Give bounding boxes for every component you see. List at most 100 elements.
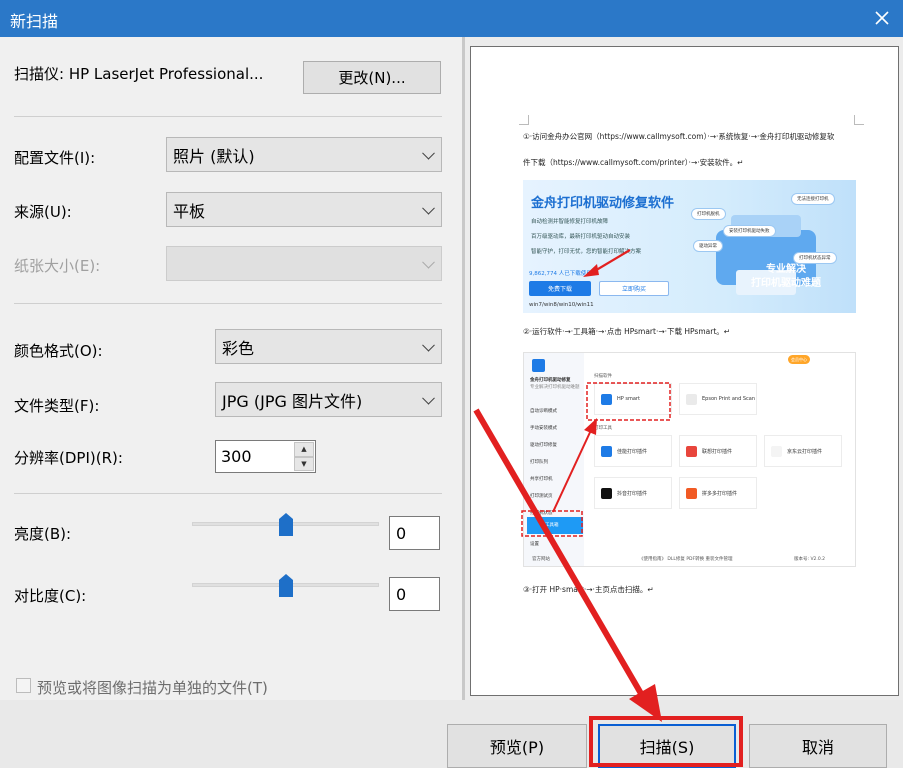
product-banner: 金舟打印机驱动修复软件 自动检测并智能修复打印机故障 百万级驱动库，最新打印机驱… [523,180,856,313]
banner-pro-line1: 专业解决 [766,264,806,275]
banner-title: 金舟打印机驱动修复软件 [531,196,675,211]
banner-feature: 智能守护，打印无忧，您的智能打印解决方案 [531,249,642,255]
app-card-label: 联想打印插件 [702,449,733,455]
step3-text: ③·打开 HP·smart·→·主页点击扫描。↵ [523,585,654,594]
file-type-label: 文件类型(F): [14,397,100,415]
jd-icon [771,446,782,457]
change-scanner-button[interactable]: 更改(N)... [303,61,441,94]
page-corner-mark [854,115,864,125]
preview-page: ①·访问金舟办公官网（https://www.callmysoft.com）·→… [470,46,899,696]
chevron-down-icon [422,391,435,405]
chevron-down-icon [422,338,435,352]
banner-bubble: 打印机状态异常 [793,252,837,264]
cancel-button[interactable]: 取消 [749,724,887,768]
cancel-button-label: 取消 [801,738,834,757]
settings-panel: 扫描仪: HP LaserJet Professional... 更改(N)..… [0,37,462,700]
app-card: 京东云打印插件 [764,435,842,467]
separator [14,493,442,494]
close-button[interactable] [867,3,897,33]
step2-text: ②·运行软件·→·工具箱·→·点击 HPsmart·→·下载 HPsmart。↵ [523,327,731,336]
app-side-item: 手动安装模式 [530,426,557,431]
douyin-icon [601,488,612,499]
source-value: 平板 [173,201,206,221]
app-card-label: 佳能打印插件 [617,449,648,455]
chevron-down-icon [422,201,435,215]
banner-feature: 自动检测并智能修复打印机故障 [531,219,609,225]
banner-pro-text: 专业解决 打印机驱动难题 [728,263,844,297]
source-label: 来源(U): [14,203,72,221]
contrast-label: 对比度(C): [14,587,87,605]
app-toolbox-label: 工具箱 [545,523,559,528]
spin-up-icon[interactable]: ▲ [294,442,314,457]
app-card-label: 抖音打印插件 [617,491,648,497]
vip-badge-label: 会员中心 [791,357,807,362]
preview-button[interactable]: 预览(P) [447,724,587,768]
file-type-select[interactable]: JPG (JPG 图片文件) [215,382,442,417]
app-card-label: Epson Print and Scan [702,396,755,402]
brightness-value[interactable]: 0 [389,516,440,550]
app-side-item: 打印机状态 [530,511,553,516]
app-section-title: 扫描软件 [594,374,612,379]
resolution-stepper: ▲ ▼ [294,442,314,471]
app-side-item: 自动诊断模式 [530,409,557,414]
contrast-slider-thumb[interactable] [278,574,294,598]
app-footer-right: 版本号: V2.0.2 [794,557,825,562]
app-card: 联想打印插件 [679,435,757,467]
app-subtitle: 专业解决打印机驱动难题 [530,385,580,390]
banner-pro-line2: 打印机驱动难题 [751,278,821,289]
hp-icon [601,394,612,405]
lenovo-icon [686,446,697,457]
paper-size-select [166,246,442,281]
app-side-item: 驱动打印修复 [530,443,557,448]
free-download-button: 免费下载 [529,281,591,296]
paper-size-label: 纸张大小(E): [14,257,101,275]
app-side-item: 共享打印机 [530,477,553,482]
app-card: Epson Print and Scan [679,383,757,415]
step1-line2: 件下载（https://www.callmysoft.com/printer）·… [523,158,744,167]
scan-highlight-box [589,716,743,767]
app-card: 抖音打印插件 [594,477,672,509]
preview-button-label: 预览(P) [489,738,545,757]
separate-files-label: 预览或将图像扫描为单独的文件(T) [37,679,268,697]
download-count: 9,862,774 人已下载使用 [529,271,592,277]
app-name: 金舟打印机驱动修复 [530,378,571,383]
app-side-item: 打印队列 [530,460,548,465]
resolution-input[interactable]: 300 ▲ ▼ [215,440,316,473]
profile-label: 配置文件(I): [14,149,96,167]
buy-now-button: 立即购买 [599,281,669,296]
app-card: 拼多多打印插件 [679,477,757,509]
page-corner-mark [519,115,529,125]
supported-os: win7/win8/win10/win11 [529,302,594,308]
contrast-value-text: 0 [396,584,407,604]
app-footer-middle: 《使用指南》 DLL修复 PDF转换 重装文件管理 [639,557,733,562]
banner-bubble: 无法连接打印机 [791,193,835,205]
title-bar: 新扫描 [0,0,903,37]
profile-select[interactable]: 照片 (默认) [166,137,442,172]
app-card: HP smart [594,383,672,415]
canon-icon [601,446,612,457]
scanner-label: 扫描仪: HP LaserJet Professional... [14,65,264,83]
app-screenshot: 金舟打印机驱动修复 专业解决打印机驱动难题 自动诊断模式 手动安装模式 驱动打印… [523,352,856,567]
brightness-value-text: 0 [396,523,407,543]
app-toolbox-item: 工具箱 [527,517,583,534]
spin-down-icon[interactable]: ▼ [294,456,314,471]
source-select[interactable]: 平板 [166,192,442,227]
resolution-value: 300 [221,447,252,466]
app-section-title: 打印工具 [594,426,612,431]
chevron-down-icon [422,255,435,269]
resolution-label: 分辨率(DPI)(R): [14,449,123,467]
app-card-label: HP smart [617,396,640,402]
separate-files-checkbox[interactable] [16,678,31,693]
app-footer-left: 官方网站 [532,557,550,562]
separator [14,303,442,304]
contrast-value[interactable]: 0 [389,577,440,611]
free-download-label: 免费下载 [547,286,572,293]
banner-bubble: 打印机脱机 [691,208,726,220]
app-sidebar: 金舟打印机驱动修复 专业解决打印机驱动难题 自动诊断模式 手动安装模式 驱动打印… [524,353,584,566]
color-format-label: 颜色格式(O): [14,342,103,360]
brightness-slider-thumb[interactable] [278,513,294,537]
banner-feature: 百万级驱动库，最新打印机驱动自动安装 [531,234,631,240]
app-card-label: 京东云打印插件 [787,449,823,455]
separator [14,116,442,117]
color-format-select[interactable]: 彩色 [215,329,442,364]
